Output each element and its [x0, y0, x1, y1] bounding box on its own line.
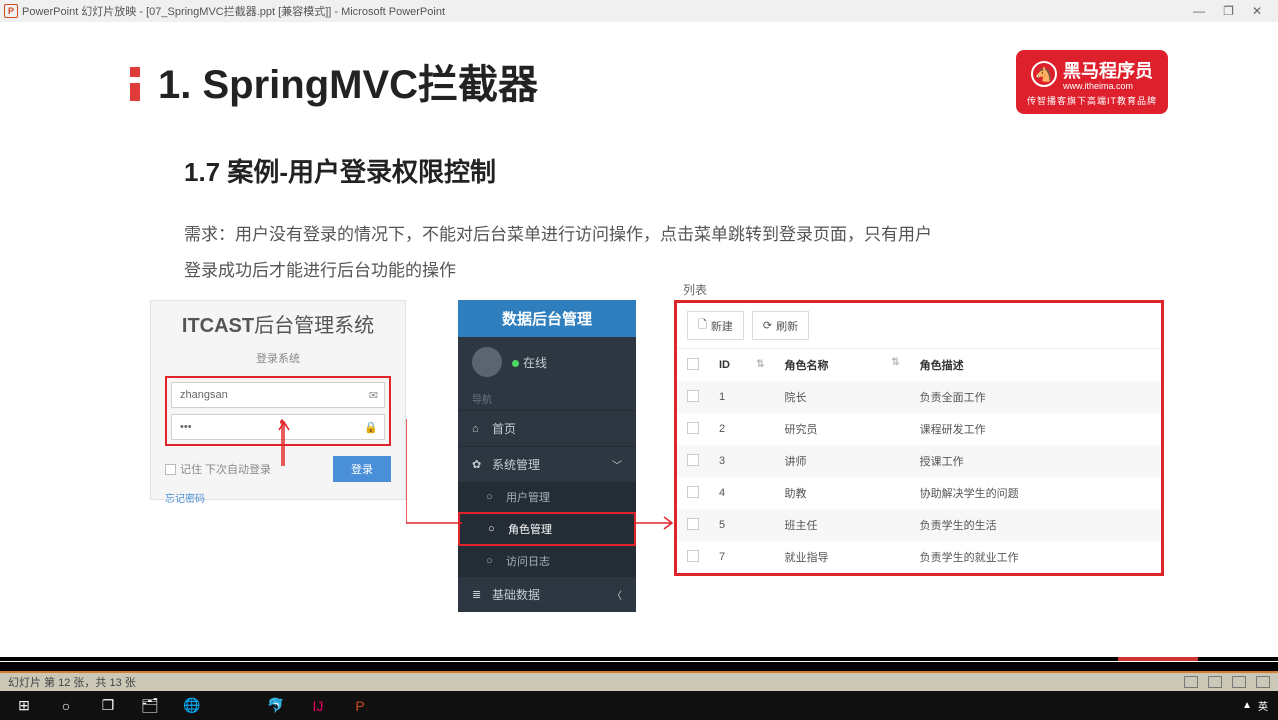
table-row[interactable]: 1院长负责全面工作 — [677, 381, 1161, 413]
online-dot-icon — [512, 360, 519, 367]
close-button[interactable]: ✕ — [1252, 4, 1262, 18]
ime-indicator[interactable]: 英 — [1258, 698, 1268, 713]
file-explorer-icon[interactable]: 🗂 — [130, 692, 170, 720]
cell-id: 2 — [709, 413, 774, 445]
cell-name: 班主任 — [774, 509, 909, 541]
chevron-left-icon: 〈 — [612, 587, 622, 602]
avatar — [472, 347, 502, 377]
cell-desc: 课程研发工作 — [910, 413, 1161, 445]
cell-desc: 授课工作 — [910, 445, 1161, 477]
table-row[interactable]: 5班主任负责学生的生活 — [677, 509, 1161, 541]
start-button[interactable]: ⊞ — [4, 692, 44, 720]
row-checkbox[interactable] — [687, 518, 699, 530]
cell-desc: 协助解决学生的问题 — [910, 477, 1161, 509]
view-sorter-icon[interactable] — [1208, 676, 1222, 688]
role-table-panel: 列表 🗋新建 ⟳刷新 ID⇅ 角色名称⇅ 角色描述 1院长负责全面工作2研 — [674, 300, 1164, 576]
slide-progress — [0, 657, 1278, 661]
cell-name: 研究员 — [774, 413, 909, 445]
circle-icon: ○ — [486, 555, 498, 567]
cell-id: 3 — [709, 445, 774, 477]
select-all-checkbox[interactable] — [687, 358, 699, 370]
user-status: 在线 — [458, 337, 636, 387]
edge-icon[interactable]: 🌐 — [172, 692, 212, 720]
cell-name: 就业指导 — [774, 541, 909, 573]
intellij-icon[interactable]: IJ — [298, 692, 338, 720]
slide-subtitle: 1.7 案例-用户登录权限控制 — [184, 152, 1158, 189]
remember-checkbox[interactable] — [165, 464, 176, 475]
title-decoration — [130, 67, 140, 101]
view-normal-icon[interactable] — [1184, 676, 1198, 688]
cell-name: 助教 — [774, 477, 909, 509]
sidebar-item-base[interactable]: ≣基础数据〈 — [458, 576, 636, 612]
table-header-row: ID⇅ 角色名称⇅ 角色描述 — [677, 349, 1161, 381]
brand-logo: 🐴 黑马程序员 www.itheima.com 传智播客旗下高端IT教育品牌 — [1016, 50, 1168, 114]
col-name[interactable]: 角色名称⇅ — [774, 349, 909, 381]
col-desc[interactable]: 角色描述 — [910, 349, 1161, 381]
window-titlebar: P PowerPoint 幻灯片放映 - [07_SpringMVC拦截器.pp… — [0, 0, 1278, 22]
cell-id: 4 — [709, 477, 774, 509]
list-label: 列表 — [683, 281, 707, 298]
sidebar-title: 数据后台管理 — [458, 300, 636, 337]
table-row[interactable]: 3讲师授课工作 — [677, 445, 1161, 477]
row-checkbox[interactable] — [687, 390, 699, 402]
windows-taskbar: ⊞ ○ ❐ 🗂 🌐 🐬 IJ P ▲ 英 — [0, 691, 1278, 720]
col-id[interactable]: ID⇅ — [709, 349, 774, 381]
powerpoint-taskbar-icon[interactable]: P — [340, 692, 380, 720]
remember-label: 记住 下次自动登录 — [180, 461, 271, 477]
cell-name: 院长 — [774, 381, 909, 413]
view-reading-icon[interactable] — [1232, 676, 1246, 688]
slide-heading: 1. SpringMVC拦截器 — [158, 52, 538, 110]
cell-id: 5 — [709, 509, 774, 541]
sort-icon: ⇅ — [756, 359, 764, 370]
cell-id: 7 — [709, 541, 774, 573]
refresh-button[interactable]: ⟳刷新 — [752, 311, 809, 340]
cell-desc: 负责全面工作 — [910, 381, 1161, 413]
requirement-text: 需求：用户没有登录的情况下，不能对后台菜单进行访问操作，点击菜单跳转到登录页面，… — [184, 217, 944, 288]
slide-content: 1. SpringMVC拦截器 🐴 黑马程序员 www.itheima.com … — [0, 22, 1278, 662]
table-row[interactable]: 2研究员课程研发工作 — [677, 413, 1161, 445]
file-icon: 🗋 — [698, 316, 707, 335]
slideshow-area[interactable]: 1. SpringMVC拦截器 🐴 黑马程序员 www.itheima.com … — [0, 22, 1278, 663]
minimize-button[interactable]: — — [1193, 4, 1205, 18]
flow-arrow-to-table — [636, 514, 680, 534]
sidebar-subitem-log[interactable]: ○访问日志 — [458, 546, 636, 576]
task-view-button[interactable]: ❐ — [88, 692, 128, 720]
table-row[interactable]: 7就业指导负责学生的就业工作 — [677, 541, 1161, 573]
chrome-icon[interactable] — [214, 692, 254, 720]
new-button[interactable]: 🗋新建 — [687, 311, 744, 340]
login-subtitle: 登录系统 — [165, 350, 391, 366]
status-bar: 幻灯片 第 12 张，共 13 张 — [0, 671, 1278, 691]
refresh-icon: ⟳ — [763, 319, 772, 332]
cell-name: 讲师 — [774, 445, 909, 477]
cortana-button[interactable]: ○ — [46, 692, 86, 720]
cell-desc: 负责学生的就业工作 — [910, 541, 1161, 573]
row-checkbox[interactable] — [687, 422, 699, 434]
brand-slogan: 传智播客旗下高端IT教育品牌 — [1027, 94, 1157, 107]
cell-id: 1 — [709, 381, 774, 413]
slide-counter: 幻灯片 第 12 张，共 13 张 — [8, 674, 136, 690]
powerpoint-icon: P — [4, 4, 18, 18]
flow-arrow-login-to-menu — [406, 419, 656, 529]
tray-expand-icon[interactable]: ▲ — [1242, 700, 1252, 711]
sort-icon: ⇅ — [891, 357, 899, 368]
brand-name: 黑马程序员 — [1063, 57, 1153, 83]
login-header: ITCAST后台管理系统 — [165, 307, 391, 344]
table-row[interactable]: 4助教协助解决学生的问题 — [677, 477, 1161, 509]
cell-desc: 负责学生的生活 — [910, 509, 1161, 541]
row-checkbox[interactable] — [687, 454, 699, 466]
window-title: PowerPoint 幻灯片放映 - [07_SpringMVC拦截器.ppt … — [22, 3, 445, 19]
row-checkbox[interactable] — [687, 550, 699, 562]
row-checkbox[interactable] — [687, 486, 699, 498]
view-slideshow-icon[interactable] — [1256, 676, 1270, 688]
maximize-button[interactable]: ❐ — [1223, 4, 1234, 18]
database-icon: ≣ — [472, 588, 484, 601]
app-icon-1[interactable]: 🐬 — [256, 692, 296, 720]
horse-icon: 🐴 — [1031, 61, 1057, 87]
